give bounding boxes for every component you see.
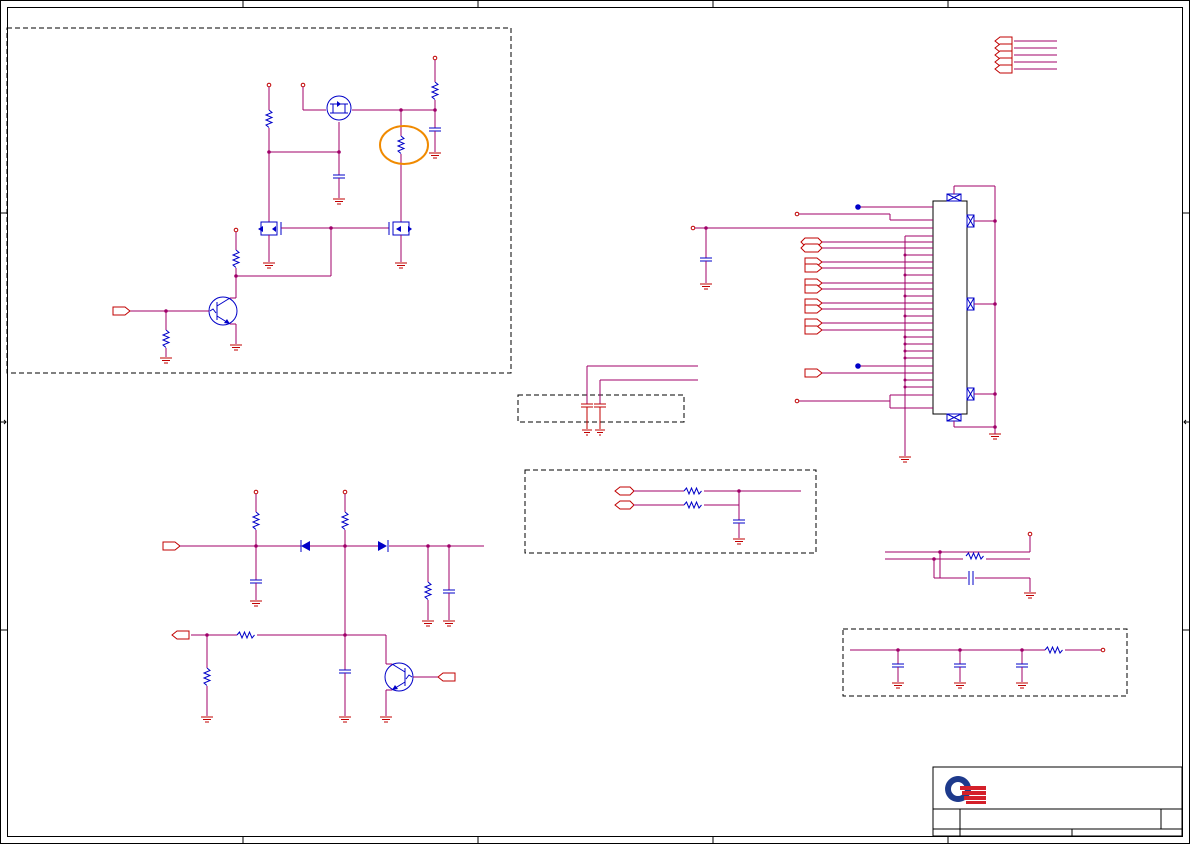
npn-transistor-lower bbox=[384, 662, 414, 692]
rc-network-right bbox=[885, 531, 1037, 599]
diode-right bbox=[378, 540, 389, 552]
n-mosfet-right bbox=[388, 221, 412, 236]
bulk-cap-block bbox=[842, 628, 1128, 697]
npn-transistor bbox=[208, 296, 238, 326]
annotation-circle bbox=[379, 125, 429, 165]
n-mosfet-left bbox=[258, 221, 282, 236]
diode-network bbox=[162, 489, 484, 723]
connector-ports bbox=[800, 237, 823, 378]
p-mosfet bbox=[326, 95, 352, 121]
rc-filter-block bbox=[524, 469, 817, 554]
schematic-sheet bbox=[0, 0, 1190, 844]
series-cap bbox=[968, 571, 974, 585]
title-block bbox=[932, 766, 1183, 837]
company-logo bbox=[945, 776, 986, 804]
connector-block bbox=[690, 185, 1002, 463]
signal-port-stack bbox=[994, 36, 1057, 74]
decoupling-pair bbox=[517, 365, 698, 436]
power-switch-block bbox=[6, 27, 512, 374]
diode-left bbox=[300, 540, 310, 552]
